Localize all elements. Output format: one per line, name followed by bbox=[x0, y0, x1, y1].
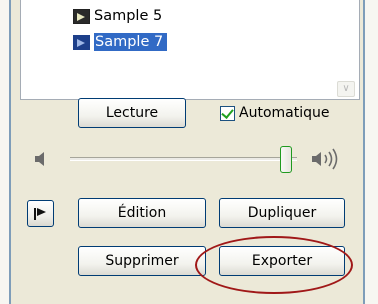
delete-button[interactable]: Supprimer bbox=[78, 246, 206, 276]
auto-checkbox-label: Automatique bbox=[239, 105, 330, 121]
duplicate-button[interactable]: Dupliquer bbox=[219, 198, 345, 228]
speaker-high-icon bbox=[310, 148, 342, 174]
preview-play-button[interactable] bbox=[27, 200, 54, 227]
list-item-label: Sample 7 bbox=[94, 33, 168, 51]
speaker-low-icon bbox=[33, 150, 47, 172]
list-item-label: Sample 5 bbox=[94, 8, 163, 24]
volume-slider-track[interactable] bbox=[70, 157, 297, 161]
auto-checkbox[interactable] bbox=[220, 105, 235, 121]
play-button[interactable]: Lecture bbox=[78, 98, 186, 128]
export-button[interactable]: Exporter bbox=[219, 246, 345, 276]
window-right-border bbox=[363, 0, 378, 304]
check-icon bbox=[221, 105, 234, 119]
list-item-sample-5[interactable]: Sample 5 bbox=[73, 5, 162, 27]
media-file-icon bbox=[73, 8, 90, 24]
media-file-icon bbox=[73, 34, 90, 50]
auto-checkbox-wrapper[interactable]: Automatique bbox=[220, 102, 329, 124]
scroll-down-button[interactable]: ∨ bbox=[337, 81, 355, 97]
volume-slider-thumb[interactable] bbox=[280, 146, 292, 173]
sound-panel: Sample 5 Sample 7 ∨ Lecture Automatique bbox=[0, 0, 378, 304]
sound-list[interactable]: Sample 5 Sample 7 ∨ bbox=[20, 0, 360, 100]
frame-left bbox=[9, 0, 11, 304]
list-item-sample-7[interactable]: Sample 7 bbox=[73, 31, 168, 53]
frame-right bbox=[363, 0, 365, 304]
edit-button[interactable]: Édition bbox=[78, 198, 206, 228]
play-icon bbox=[34, 207, 46, 220]
